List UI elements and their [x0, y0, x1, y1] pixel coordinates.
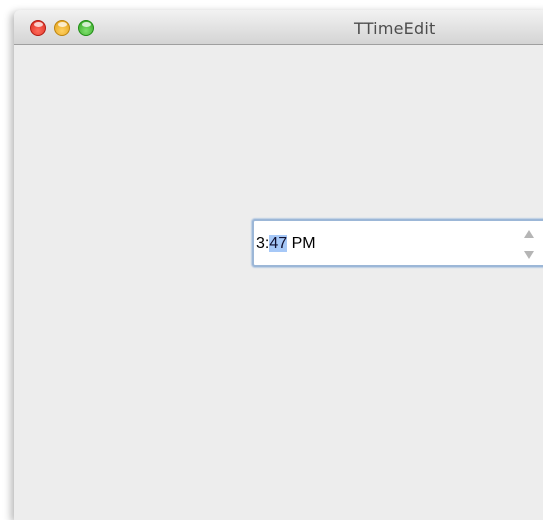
zoom-button[interactable]	[78, 20, 94, 36]
window-title: TTimeEdit	[354, 19, 436, 38]
triangle-down-icon[interactable]	[524, 251, 534, 259]
close-button-highlight	[34, 22, 43, 27]
minimize-button-highlight	[58, 22, 67, 27]
ampm-section[interactable]: PM	[287, 235, 316, 252]
time-value[interactable]: 3:47 PM	[256, 234, 316, 253]
zoom-button-highlight	[82, 22, 91, 27]
screen: TTimeEdit 3:47 PM	[0, 0, 543, 520]
minute-section-selected[interactable]: 47	[269, 235, 288, 252]
minimize-button[interactable]	[54, 20, 70, 36]
time-edit-field[interactable]: 3:47 PM	[252, 219, 543, 267]
hour-section[interactable]: 3	[256, 235, 265, 252]
app-window: TTimeEdit 3:47 PM	[14, 10, 543, 520]
triangle-up-icon[interactable]	[524, 230, 534, 238]
close-button[interactable]	[30, 20, 46, 36]
title-bar[interactable]: TTimeEdit	[14, 10, 543, 45]
